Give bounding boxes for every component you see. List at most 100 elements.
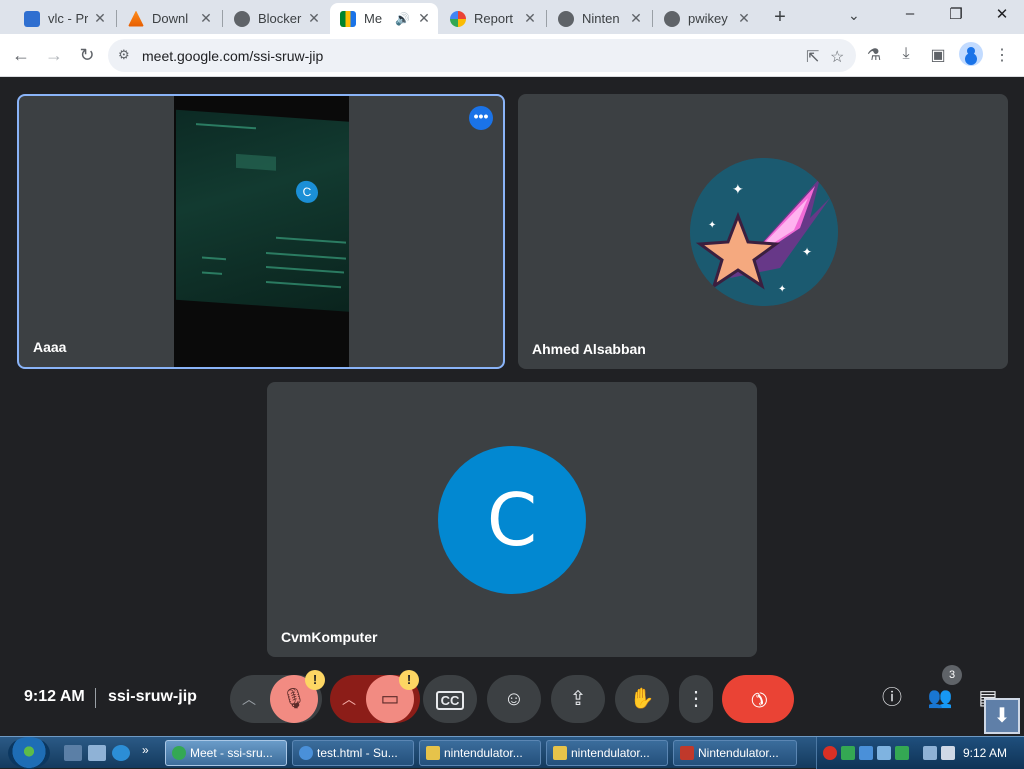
- taskbar-button-nintendulator-3[interactable]: Nintendulator...: [673, 740, 797, 766]
- site-info-icon[interactable]: ⚙: [118, 47, 130, 63]
- taskbar-button-test-html[interactable]: test.html - Su...: [292, 740, 414, 766]
- menu-kebab-icon[interactable]: ⋮: [992, 45, 1012, 65]
- side-panel-icon[interactable]: ▣: [928, 45, 948, 65]
- leave-call-button[interactable]: ✆: [722, 675, 794, 723]
- start-orb-icon[interactable]: [8, 737, 50, 769]
- network-icon[interactable]: [859, 746, 873, 760]
- display-icon[interactable]: [923, 746, 937, 760]
- download-arrow-icon[interactable]: ⬇: [984, 698, 1020, 734]
- tab-vlc[interactable]: vlc - Pr ✕: [14, 3, 114, 34]
- google-meet-icon: [340, 10, 356, 27]
- chevron-up-icon[interactable]: ︿: [342, 675, 356, 723]
- people-icon[interactable]: 👥: [926, 684, 954, 712]
- raise-hand-button[interactable]: ✋: [615, 675, 669, 723]
- taskbar-label: Nintendulator...: [698, 746, 779, 760]
- share-icon[interactable]: ⇱: [806, 47, 819, 67]
- microphone-off-icon: 🎙: [281, 688, 307, 710]
- close-icon[interactable]: ✕: [198, 10, 214, 27]
- bookmark-star-icon[interactable]: ☆: [830, 47, 844, 67]
- antivirus-icon[interactable]: [823, 746, 837, 760]
- tab-download[interactable]: Downl ✕: [118, 3, 220, 34]
- globe-icon: [664, 10, 680, 27]
- tab-separator: [116, 10, 117, 27]
- volume-muted-icon[interactable]: [941, 746, 955, 760]
- tab-title: pwikey: [688, 11, 728, 26]
- system-tray: 9:12 AM: [816, 737, 1024, 769]
- taskbar-button-nintendulator-2[interactable]: nintendulator...: [546, 740, 668, 766]
- meeting-code: ssi-sruw-jip: [108, 688, 197, 705]
- participant-tile-cvmkomputer[interactable]: C CvmKomputer: [267, 382, 757, 657]
- screen-line: [202, 271, 222, 275]
- close-icon[interactable]: ✕: [736, 10, 752, 27]
- taskbar-button-nintendulator-1[interactable]: nintendulator...: [419, 740, 541, 766]
- show-desktop-icon[interactable]: [64, 745, 82, 761]
- divider: [95, 688, 96, 708]
- profile-avatar-icon[interactable]: [959, 42, 983, 66]
- participant-tile-ahmed[interactable]: ✦ ✦ ✦ ✦ Ahmed Alsabban: [518, 94, 1008, 369]
- close-icon[interactable]: ✕: [522, 10, 538, 27]
- screen-line: [266, 281, 341, 289]
- meeting-time: 9:12 AM: [24, 688, 85, 705]
- address-bar[interactable]: ⚙ meet.google.com/ssi-sruw-jip ⇱ ☆: [108, 39, 856, 72]
- shooting-star-image: ✦ ✦ ✦ ✦: [690, 158, 838, 306]
- more-options-icon[interactable]: •••: [469, 106, 493, 130]
- shooting-star-avatar: ✦ ✦ ✦ ✦: [690, 158, 838, 306]
- more-options-button[interactable]: ⋮: [679, 675, 713, 723]
- participant-name: Aaaa: [33, 339, 67, 355]
- meeting-info-icon[interactable]: ⓘ: [878, 684, 906, 712]
- minimize-icon[interactable]: –: [898, 5, 922, 27]
- tab-title: Ninten: [582, 11, 620, 26]
- restore-icon[interactable]: ❐: [944, 5, 968, 27]
- participant-tile-aaaa[interactable]: C ••• Aaaa: [17, 94, 505, 369]
- close-icon[interactable]: ✕: [92, 10, 108, 27]
- emoji-reactions-button[interactable]: ☺: [487, 675, 541, 723]
- svg-text:✦: ✦: [708, 220, 716, 231]
- taskbar-button-meet[interactable]: Meet - ssi-sru...: [165, 740, 287, 766]
- tab-report[interactable]: Report ✕: [440, 3, 544, 34]
- internet-explorer-icon[interactable]: [112, 745, 130, 761]
- tab-separator: [222, 10, 223, 27]
- tab-blocker[interactable]: Blocker ✕: [224, 3, 328, 34]
- url-text[interactable]: meet.google.com/ssi-sruw-jip: [142, 48, 323, 64]
- speaker-icon[interactable]: 🔊: [395, 12, 410, 26]
- mic-warning-icon[interactable]: !: [305, 670, 325, 690]
- new-tab-plus-icon[interactable]: +: [768, 6, 792, 29]
- tab-search-chevron-icon[interactable]: ⌄: [848, 7, 860, 24]
- present-screen-button[interactable]: ⇪: [551, 675, 605, 723]
- security-shield-icon[interactable]: [841, 746, 855, 760]
- svg-text:✦: ✦: [732, 182, 744, 198]
- document-icon: [24, 10, 40, 27]
- tab-pwikey[interactable]: pwikey ✕: [654, 3, 758, 34]
- download-icon[interactable]: ⤓: [896, 45, 916, 63]
- close-icon[interactable]: ✕: [416, 10, 432, 27]
- tab-nintendulator[interactable]: Ninten ✕: [548, 3, 650, 34]
- closed-captions-icon: CC: [435, 691, 465, 710]
- forward-arrow-icon[interactable]: →: [43, 44, 65, 66]
- hang-up-icon: ✆: [744, 685, 772, 713]
- captions-button[interactable]: CC: [423, 675, 477, 723]
- vlc-cone-icon: [128, 10, 144, 27]
- reload-icon[interactable]: ↻: [76, 44, 98, 66]
- taskbar-label: Meet - ssi-sru...: [190, 746, 273, 760]
- back-arrow-icon[interactable]: ←: [10, 44, 32, 66]
- checkmark-icon[interactable]: [895, 746, 909, 760]
- globe-icon: [558, 10, 574, 27]
- taskbar-label: nintendulator...: [571, 746, 650, 760]
- clock[interactable]: 9:12 AM: [963, 746, 1007, 760]
- quick-launch-chevron-icon[interactable]: »: [142, 743, 149, 757]
- tab-meet[interactable]: Me 🔊 ✕: [330, 3, 438, 34]
- switch-windows-icon[interactable]: [88, 745, 106, 761]
- browser-tab-strip: vlc - Pr ✕ Downl ✕ Blocker ✕ Me 🔊 ✕ Repo…: [0, 0, 1024, 34]
- chevron-up-icon[interactable]: ︿: [242, 675, 256, 723]
- close-icon[interactable]: ✕: [306, 10, 322, 27]
- google-icon: [450, 10, 466, 27]
- participant-initial-avatar: C: [438, 446, 586, 594]
- labs-flask-icon[interactable]: ⚗: [864, 45, 884, 65]
- meet-stage: C ••• Aaaa ✦ ✦ ✦ ✦ Ahmed Alsabban C CvmK…: [0, 78, 1024, 736]
- chrome-icon: [299, 746, 313, 760]
- camera-warning-icon[interactable]: !: [399, 670, 419, 690]
- browser-toolbar: ← → ↻ ⚙ meet.google.com/ssi-sruw-jip ⇱ ☆…: [0, 34, 1024, 77]
- monitor-icon[interactable]: [877, 746, 891, 760]
- close-window-icon[interactable]: ✕: [990, 5, 1014, 27]
- close-icon[interactable]: ✕: [628, 10, 644, 27]
